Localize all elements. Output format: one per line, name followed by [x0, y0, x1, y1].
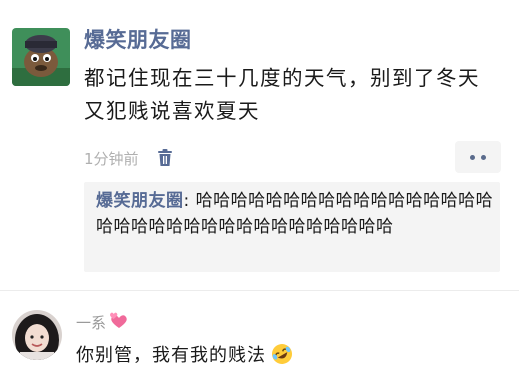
author-avatar[interactable]	[12, 28, 70, 86]
reply-text: 你别管，我有我的贱法	[76, 345, 266, 366]
section-divider	[0, 290, 519, 291]
comment-panel: 爆笑朋友圈: 哈哈哈哈哈哈哈哈哈哈哈哈哈哈哈哈哈哈哈哈哈哈哈哈哈哈哈哈哈哈哈哈哈…	[84, 182, 500, 272]
post-time: 1分钟前	[84, 149, 139, 168]
comment-author[interactable]: 爆笑朋友圈	[96, 191, 184, 211]
reply-author-name[interactable]: 一系	[76, 312, 106, 333]
post-meta: 1分钟前	[84, 146, 173, 170]
more-actions-button[interactable]	[455, 141, 501, 173]
moments-post: 爆笑朋友圈 都记住现在三十几度的天气，别到了冬天又犯贱说喜欢夏天 1分钟前 爆笑…	[0, 0, 519, 290]
two-hearts-icon	[108, 311, 128, 333]
trash-icon[interactable]	[157, 149, 173, 167]
post-content: 都记住现在三十几度的天气，别到了冬天又犯贱说喜欢夏天	[84, 66, 480, 123]
comment-item[interactable]: 爆笑朋友圈: 哈哈哈哈哈哈哈哈哈哈哈哈哈哈哈哈哈哈哈哈哈哈哈哈哈哈哈哈哈哈哈哈哈…	[96, 188, 494, 240]
rolling-on-floor-laughing-icon	[270, 342, 294, 366]
post-author-name[interactable]: 爆笑朋友圈	[84, 24, 192, 54]
more-dots-icon	[481, 154, 486, 160]
reply-avatar[interactable]	[12, 310, 62, 360]
reply-message: 你别管，我有我的贱法	[76, 340, 294, 368]
comment-separator: :	[183, 191, 196, 211]
reply-author[interactable]: 一系	[76, 312, 128, 332]
more-dots-icon	[470, 154, 475, 160]
